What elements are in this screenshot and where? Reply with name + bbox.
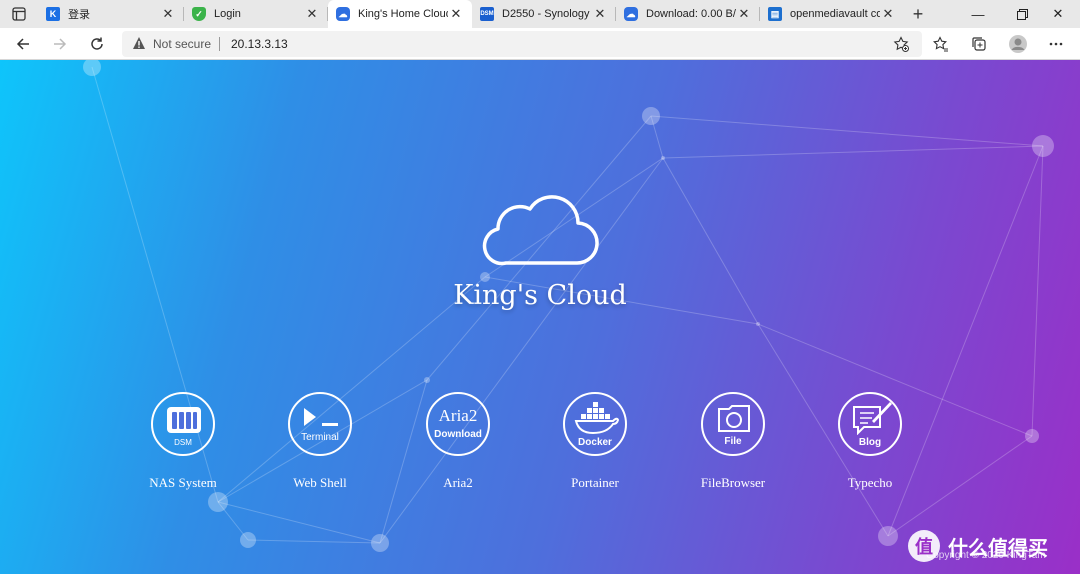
app-typecho[interactable]: Blog Typecho [810,392,930,491]
tab-actions-icon [12,7,26,21]
tab-login-cn[interactable]: K 登录 ✕ [38,0,184,28]
particle-network-background [83,60,1054,552]
docker-whale-icon [574,402,619,434]
refresh-button[interactable] [85,32,109,56]
tab-title: Download: 0.00 B/s [646,8,736,20]
avatar-icon [1009,35,1027,53]
app-icon-caption: Terminal [301,432,339,443]
back-button[interactable] [11,32,35,56]
folder-camera-icon [718,405,750,432]
refresh-icon [91,37,103,50]
docker-icon: Docker [563,392,627,456]
close-tab-icon[interactable]: ✕ [448,6,464,22]
favorites-button[interactable] [929,32,953,56]
blog-icon: Blog [838,392,902,456]
close-window-button[interactable]: ✕ [1036,0,1080,28]
blog-quill-icon [853,402,892,435]
folder-icon: File [701,392,765,456]
tab-title: Login [214,8,241,20]
close-tab-icon[interactable]: ✕ [304,6,320,22]
app-label[interactable]: Aria2 [398,475,518,491]
collections-button[interactable] [967,32,991,56]
close-tab-icon[interactable]: ✕ [880,6,896,22]
forward-arrow-icon [54,38,67,50]
app-nas-system[interactable]: DSM NAS System [123,392,243,491]
tab-title: openmediavault co [790,8,880,20]
app-web-shell[interactable]: Terminal Web Shell [260,392,380,491]
security-label[interactable]: Not secure [153,37,211,51]
app-label[interactable]: Typecho [810,475,930,491]
close-tab-icon[interactable]: ✕ [592,6,608,22]
new-tab-button[interactable]: + [904,0,932,28]
restore-icon [1016,8,1028,20]
app-icon-caption: Docker [578,437,612,448]
add-favorite-icon[interactable] [893,36,909,52]
url-text[interactable]: 20.13.3.13 [231,37,288,51]
tab-strip: K 登录 ✕ ✓ Login ✕ ☁ King's Home Cloud ✕ D… [0,0,1080,28]
app-icon-subcaption: Download [434,429,482,440]
browser-toolbar: Not secure 20.13.3.13 [0,28,1080,60]
more-dots-icon [1049,42,1063,46]
app-portainer[interactable]: Docker Portainer [535,392,655,491]
minimize-button[interactable]: — [956,0,1000,28]
forward-button[interactable] [48,32,72,56]
cloud-logo-icon [482,195,599,266]
app-aria2[interactable]: Aria2 Download Aria2 [398,392,518,491]
address-bar[interactable]: Not secure 20.13.3.13 [122,31,922,57]
watermark-logo: 值 [908,530,940,562]
tab-kings-home-cloud[interactable]: ☁ King's Home Cloud ✕ [328,0,472,28]
tab-title: D2550 - Synology D [502,8,592,20]
dsm-icon: DSM [480,7,494,21]
terminal-prompt-icon [304,408,338,426]
cloud-icon: ☁ [336,7,350,21]
nas-drive-icon [167,407,201,433]
warning-icon [133,37,145,49]
tab-actions-button[interactable] [0,0,38,28]
watermark-text: 什么值得买 [948,535,1048,560]
tab-download[interactable]: ☁ Download: 0.00 B/s ✕ [616,0,760,28]
nas-icon: DSM [151,392,215,456]
brand-title: King's Cloud [453,280,627,311]
back-arrow-icon [16,38,29,50]
collections-icon [972,37,986,51]
tab-title: 登录 [68,9,90,21]
kodbox-icon: K [46,7,60,21]
watermark: 值 什么值得买 [908,530,1048,562]
tab-title: King's Home Cloud [358,8,448,20]
shield-icon: ✓ [192,7,206,21]
app-icon-caption: Aria2 [438,406,478,425]
profile-button[interactable] [1006,32,1030,56]
omv-icon: ▤ [768,7,782,21]
tab-login[interactable]: ✓ Login ✕ [184,0,328,28]
terminal-icon: Terminal [288,392,352,456]
app-filebrowser[interactable]: File FileBrowser [673,392,793,491]
tab-openmediavault[interactable]: ▤ openmediavault co ✕ [760,0,904,28]
cloud-icon: ☁ [624,7,638,21]
app-icon-caption: File [724,436,742,447]
page-content: King's Cloud DSM NAS System Terminal Web… [0,60,1080,574]
app-icon-caption: Blog [858,437,882,448]
more-menu-button[interactable] [1044,32,1068,56]
address-divider [219,37,220,51]
aria2-icon: Aria2 Download [426,392,490,456]
tab-synology[interactable]: DSM D2550 - Synology D ✕ [472,0,616,28]
app-label[interactable]: FileBrowser [673,475,793,491]
app-icon-caption: DSM [174,438,192,447]
close-tab-icon[interactable]: ✕ [160,6,176,22]
app-label[interactable]: Web Shell [260,475,380,491]
close-tab-icon[interactable]: ✕ [736,6,752,22]
app-label[interactable]: Portainer [535,475,655,491]
favorites-icon [933,36,948,52]
app-label[interactable]: NAS System [123,475,243,491]
